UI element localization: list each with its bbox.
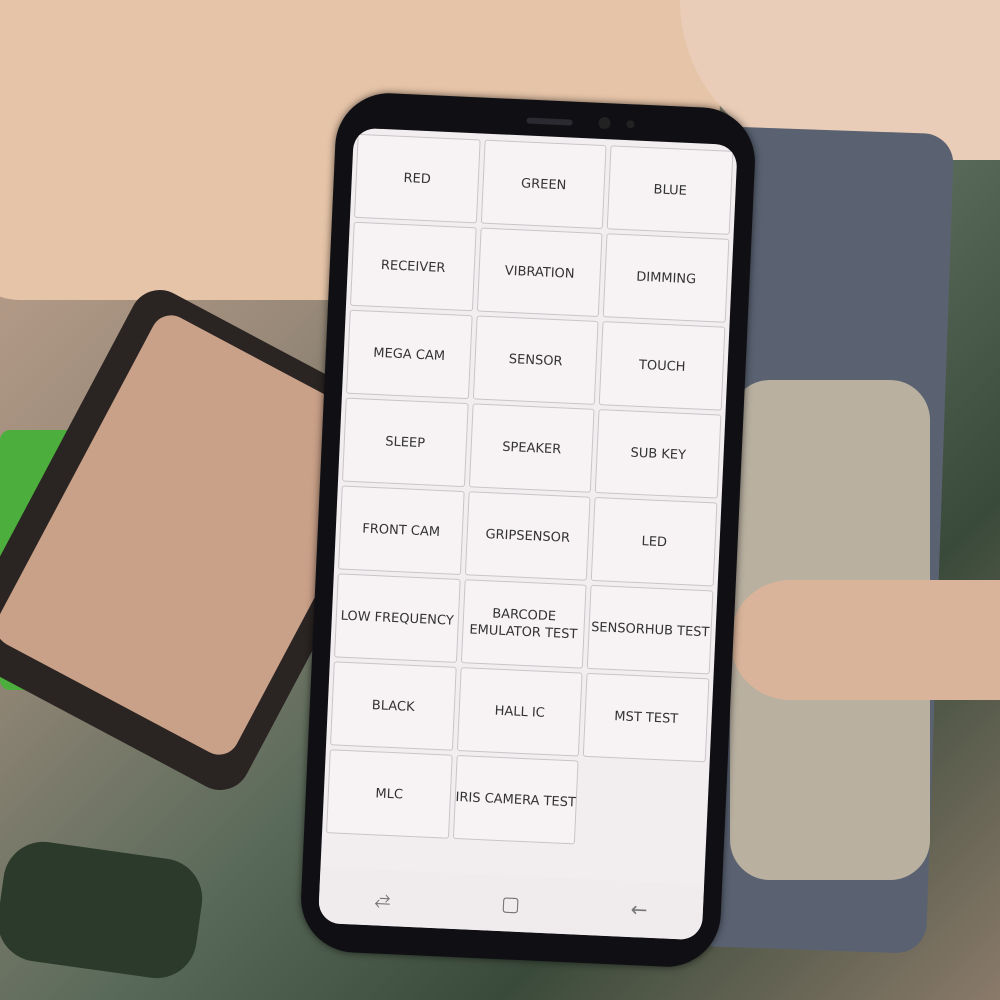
test-button-touch[interactable]: TOUCH xyxy=(599,321,726,411)
test-button-mega-cam[interactable]: MEGA CAM xyxy=(346,309,473,400)
phone: RED GREEN BLUE RECEIVER VIBRATION DIMMING MEGA… xyxy=(298,90,758,970)
test-button-dimming[interactable]: DIMMING xyxy=(603,233,730,323)
test-button-mst-test[interactable]: MST TEST xyxy=(583,672,710,763)
test-button-red[interactable]: RED xyxy=(353,133,481,224)
front-camera xyxy=(598,116,611,130)
test-button-low-frequency[interactable]: LOW FREQUENCY xyxy=(334,573,461,663)
test-button-hall-ic[interactable]: HALL IC xyxy=(456,667,583,757)
test-button-mlc[interactable]: MLC xyxy=(326,749,453,839)
recent-apps-icon[interactable]: ⥄ xyxy=(374,885,391,910)
empty-cell xyxy=(579,761,705,848)
test-button-black[interactable]: BLACK xyxy=(330,661,457,751)
test-button-led[interactable]: LED xyxy=(591,497,718,587)
test-button-speaker[interactable]: SPEAKER xyxy=(468,403,595,493)
test-menu-grid: RED GREEN BLUE RECEIVER VIBRATION DIMMING MEGA… xyxy=(326,133,734,850)
test-button-green[interactable]: GREEN xyxy=(480,139,607,230)
test-button-vibration[interactable]: VIBRATION xyxy=(476,227,603,318)
circuit-board xyxy=(0,836,208,984)
sensor xyxy=(626,120,635,129)
screen: RED GREEN BLUE RECEIVER VIBRATION DIMMING MEGA… xyxy=(317,127,738,941)
test-button-gripsensor[interactable]: GRIPSENSOR xyxy=(464,491,591,581)
test-button-front-cam[interactable]: FRONT CAM xyxy=(338,485,465,575)
test-button-iris-camera-test[interactable]: IRIS CAMERA TEST xyxy=(452,754,579,845)
test-button-sleep[interactable]: SLEEP xyxy=(342,397,469,488)
navigation-bar: ⥄ ▢ ← xyxy=(317,866,705,941)
home-icon[interactable]: ▢ xyxy=(501,891,521,916)
test-button-sub-key[interactable]: SUB KEY xyxy=(595,409,722,499)
earpiece xyxy=(526,117,573,126)
test-button-sensor[interactable]: SENSOR xyxy=(472,315,599,405)
test-button-blue[interactable]: BLUE xyxy=(607,145,734,235)
back-icon[interactable]: ← xyxy=(630,897,648,922)
test-button-barcode-emulator-test[interactable]: BARCODE EMULATOR TEST xyxy=(460,579,587,669)
test-button-receiver[interactable]: RECEIVER xyxy=(349,221,477,312)
finger xyxy=(730,580,1000,700)
test-button-sensorhub-test[interactable]: SENSORHUB TEST xyxy=(587,584,714,675)
